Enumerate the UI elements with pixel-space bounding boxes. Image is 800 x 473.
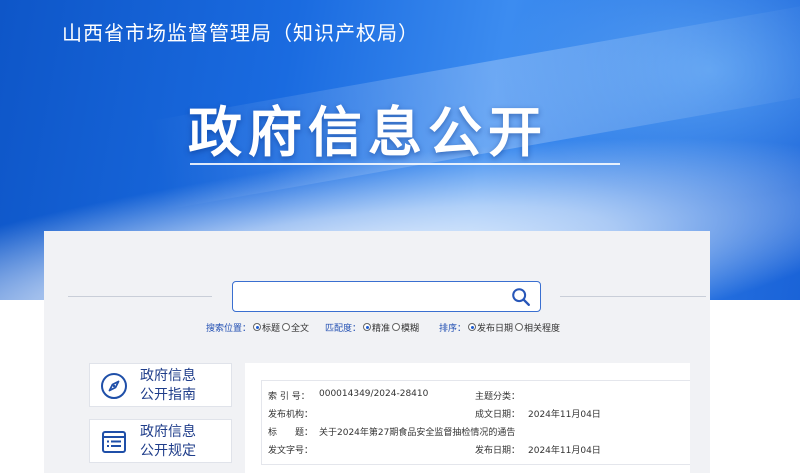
radio-unselected-icon [515,323,524,331]
radio-unselected-icon [282,323,291,331]
compass-icon [101,373,127,399]
index-number-value: 000014349/2024-28410 [319,389,429,399]
sort-radio-date[interactable]: 发布日期 [468,321,513,334]
match-radio-exact[interactable]: 精准 [363,321,390,334]
org-title[interactable]: 山西省市场监督管理局（知识产权局） [62,17,419,46]
doc-title-value: 关于2024年第27期食品安全监督抽检情况的通告 [319,428,516,438]
nav-card-label: 政府信息 公开规定 [140,424,196,459]
radio-selected-icon [253,323,262,331]
scope-label: 搜索位置： [206,323,252,334]
nav-card-disclosure-guide[interactable]: 政府信息 公开指南 [89,363,232,407]
search-divider-left [68,296,212,297]
search-box [232,281,541,312]
list-document-icon [102,431,126,453]
meta-row: 标 题： 关于2024年第27期食品安全监督抽检情况的通告 [262,423,691,440]
publisher-label: 发布机构： [268,410,314,420]
scope-radio-title[interactable]: 标题 [253,321,280,334]
meta-row: 发文字号： 发布日期： 2024年11月04日 [262,441,691,458]
meta-row: 索 引 号： 000014349/2024-28410 主题分类： [262,387,691,404]
created-date-value: 2024年11月04日 [528,410,601,420]
published-date-value: 2024年11月04日 [528,446,601,456]
category-label: 主题分类： [475,392,521,402]
radio-selected-icon [363,323,372,331]
radio-unselected-icon [392,323,401,331]
nav-card-disclosure-rules[interactable]: 政府信息 公开规定 [89,419,232,463]
sort-label: 排序： [439,323,467,334]
scope-radio-fulltext[interactable]: 全文 [282,321,309,334]
search-icon[interactable] [510,286,532,308]
index-number-label: 索 引 号： [268,392,310,402]
match-option-group: 匹配度： 精准 模糊 [325,321,435,334]
sort-option-group: 排序： 发布日期 相关程度 [439,321,560,334]
meta-row: 发布机构： 成文日期： 2024年11月04日 [262,405,691,422]
match-label: 匹配度： [325,323,362,334]
page-hero-title: 政府信息公开 [188,101,548,164]
search-divider-right [560,296,706,297]
nav-card-label: 政府信息 公开指南 [140,368,196,403]
published-date-label: 发布日期： [475,446,521,456]
radio-selected-icon [468,323,477,331]
search-options: 搜索位置： 标题 全文 匹配度： 精准 模糊 排序： 发布日期 相关程度 [206,320,566,334]
doc-title-label: 标 题： [268,428,314,438]
match-radio-fuzzy[interactable]: 模糊 [392,321,419,334]
sort-radio-relevance[interactable]: 相关程度 [515,321,560,334]
doc-number-label: 发文字号： [268,446,314,456]
created-date-label: 成文日期： [475,410,521,420]
document-meta-table: 索 引 号： 000014349/2024-28410 主题分类： 发布机构： … [261,380,690,465]
scope-option-group: 搜索位置： 标题 全文 [206,321,321,334]
search-input[interactable] [241,286,501,308]
hero-title-underline [190,163,620,165]
